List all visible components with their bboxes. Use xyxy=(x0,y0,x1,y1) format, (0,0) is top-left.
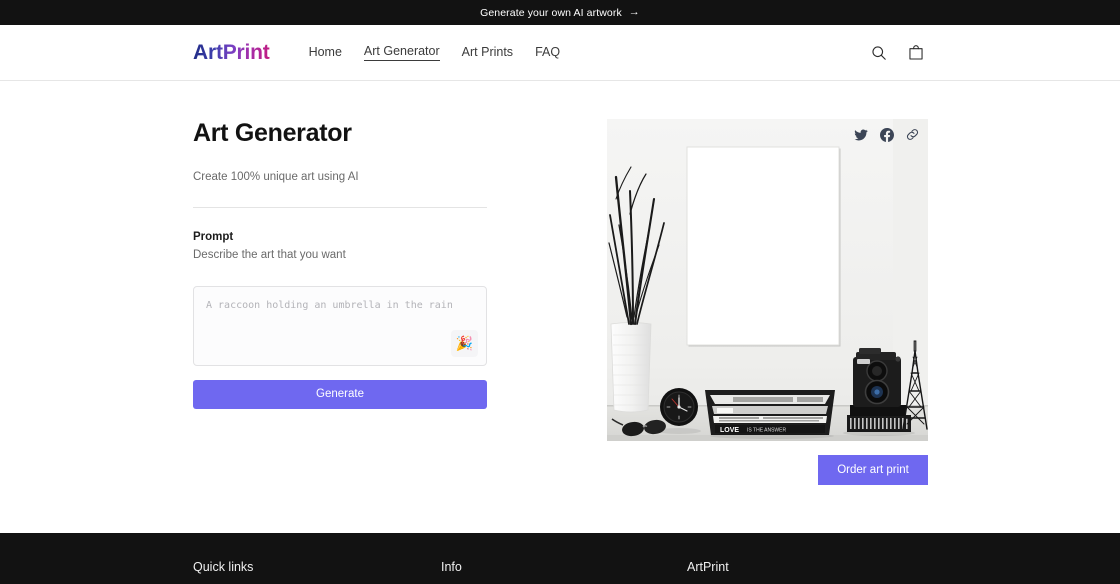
footer-title-quick-links: Quick links xyxy=(193,560,254,574)
main-content: Art Generator Create 100% unique art usi… xyxy=(0,81,1120,533)
facebook-icon[interactable] xyxy=(879,127,894,142)
footer-title-info: Info xyxy=(441,560,462,574)
page-subtitle: Create 100% unique art using AI xyxy=(193,170,359,183)
header-actions xyxy=(868,42,927,64)
divider xyxy=(193,206,487,208)
preview-panel: LOVE IS THE ANSWER Order art print xyxy=(607,119,928,533)
site-header: ArtPrint Home Art Generator Art Prints F… xyxy=(0,25,1120,81)
prompt-input[interactable] xyxy=(194,286,486,365)
main-nav: Home Art Generator Art Prints FAQ xyxy=(309,44,560,61)
search-icon[interactable] xyxy=(868,42,890,64)
emoji-picker-button[interactable]: 🎉 xyxy=(451,329,478,357)
announcement-text: Generate your own AI artwork xyxy=(480,6,622,19)
order-row: Order art print xyxy=(607,455,928,485)
order-art-print-button[interactable]: Order art print xyxy=(818,455,928,485)
logo[interactable]: ArtPrint xyxy=(193,41,270,65)
footer-column-info: Info Contact xyxy=(441,560,687,584)
page-title: Art Generator xyxy=(193,119,352,147)
cart-icon[interactable] xyxy=(905,42,927,64)
prompt-label: Prompt xyxy=(193,230,234,243)
arrow-right-icon: → xyxy=(628,6,640,18)
mockup-illustration: LOVE IS THE ANSWER xyxy=(607,119,928,441)
announcement-bar: Generate your own AI artwork → xyxy=(0,0,1120,25)
generator-panel: Art Generator Create 100% unique art usi… xyxy=(193,119,487,533)
twitter-icon[interactable] xyxy=(853,127,868,142)
artwork-mockup-image[interactable]: LOVE IS THE ANSWER xyxy=(607,119,928,441)
svg-text:IS THE ANSWER: IS THE ANSWER xyxy=(747,428,786,434)
nav-item-faq[interactable]: FAQ xyxy=(535,45,560,61)
nav-item-art-generator[interactable]: Art Generator xyxy=(363,44,440,61)
svg-text:LOVE: LOVE xyxy=(720,427,739,434)
nav-item-art-prints[interactable]: Art Prints xyxy=(462,45,513,61)
prompt-field: 🎉 xyxy=(193,285,487,366)
site-footer: Quick links About us Info Contact ArtPri… xyxy=(0,533,1120,584)
announcement-link[interactable]: Generate your own AI artwork → xyxy=(480,7,640,19)
footer-title-brand: ArtPrint xyxy=(687,560,729,574)
link-icon[interactable] xyxy=(905,127,920,142)
footer-column-quick-links: Quick links About us xyxy=(193,560,441,584)
generate-button[interactable]: Generate xyxy=(193,379,487,409)
social-share-group xyxy=(853,127,920,142)
nav-item-home[interactable]: Home xyxy=(309,45,342,61)
prompt-help-text: Describe the art that you want xyxy=(193,248,346,261)
footer-column-brand: ArtPrint Create beautiful, one-of-a-kind… xyxy=(687,560,947,584)
